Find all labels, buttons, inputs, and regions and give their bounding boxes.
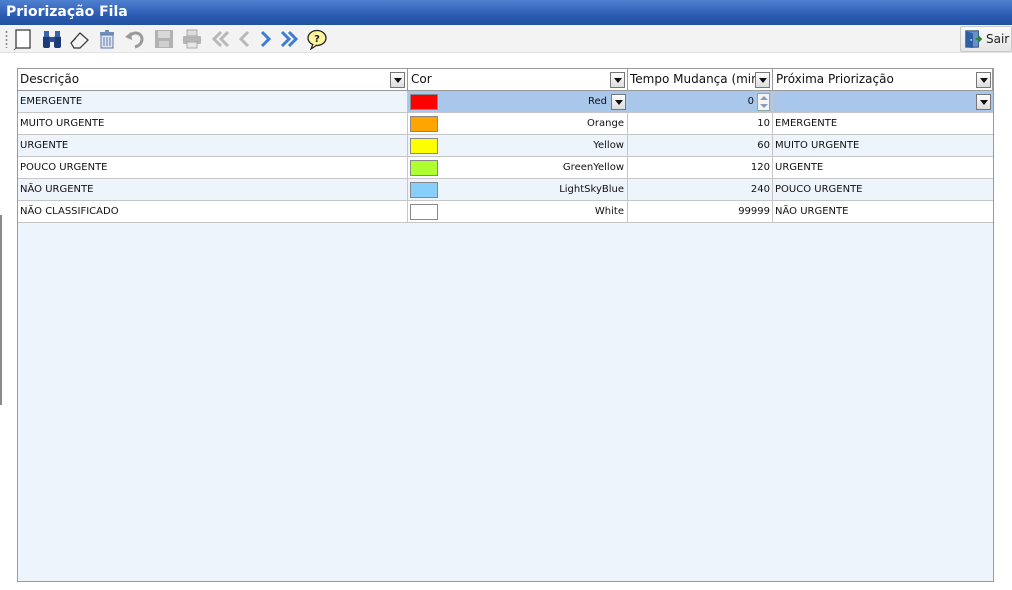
- tempo-spinner[interactable]: [757, 93, 770, 111]
- print-button[interactable]: [180, 27, 204, 51]
- color-swatch: [410, 116, 438, 132]
- cell-proxima[interactable]: URGENTE: [773, 157, 993, 179]
- proxima-dropdown[interactable]: [976, 94, 991, 110]
- toolbar-grip[interactable]: [5, 30, 8, 48]
- column-header-label: Tempo Mudança (minu: [630, 72, 767, 86]
- column-header-cor[interactable]: Cor: [408, 69, 628, 91]
- table-row[interactable]: POUCO URGENTE GreenYellow 120 URGENTE: [18, 157, 993, 179]
- toolbar: ? Sair: [0, 25, 1012, 53]
- cell-descricao[interactable]: POUCO URGENTE: [18, 157, 408, 179]
- table-row[interactable]: URGENTE Yellow 60 MUITO URGENTE: [18, 135, 993, 157]
- cell-tempo[interactable]: 10: [628, 113, 773, 135]
- eraser-icon: [70, 32, 89, 49]
- color-dropdown[interactable]: [611, 94, 626, 110]
- table-row[interactable]: NÃO URGENTE LightSkyBlue 240 POUCO URGEN…: [18, 179, 993, 201]
- color-name: Red: [588, 96, 607, 107]
- first-record-icon: [211, 30, 230, 48]
- cell-descricao[interactable]: NÃO URGENTE: [18, 179, 408, 201]
- spin-down-icon[interactable]: [760, 104, 768, 108]
- column-header-label: Próxima Priorização: [776, 72, 894, 86]
- cell-proxima[interactable]: NÃO URGENTE: [773, 201, 993, 223]
- previous-record-button[interactable]: [232, 27, 256, 51]
- column-header-descricao[interactable]: Descrição: [18, 69, 408, 91]
- window-left-edge: [0, 215, 2, 405]
- last-record-icon: [280, 30, 299, 48]
- cell-tempo[interactable]: 99999: [628, 201, 773, 223]
- column-filter-dropdown[interactable]: [390, 72, 405, 88]
- grid-header: Descrição Cor Tempo Mudança (minu Próxim…: [18, 69, 993, 91]
- exit-label: Sair: [986, 32, 1010, 46]
- exit-button[interactable]: Sair: [960, 26, 1012, 52]
- trash-icon: [100, 30, 114, 49]
- search-button[interactable]: [40, 27, 64, 51]
- cell-cor[interactable]: Yellow: [408, 135, 628, 157]
- column-header-label: Cor: [411, 72, 432, 86]
- cell-descricao[interactable]: MUITO URGENTE: [18, 113, 408, 135]
- clear-button[interactable]: [67, 27, 91, 51]
- exit-door-icon: [965, 30, 983, 49]
- next-record-icon: [260, 30, 272, 48]
- delete-button[interactable]: [95, 27, 119, 51]
- cell-proxima[interactable]: EMERGENTE: [773, 113, 993, 135]
- cell-proxima[interactable]: [773, 91, 993, 113]
- cell-tempo[interactable]: 60: [628, 135, 773, 157]
- cell-cor[interactable]: GreenYellow: [408, 157, 628, 179]
- cell-tempo[interactable]: 120: [628, 157, 773, 179]
- color-swatch: [410, 160, 438, 176]
- color-swatch: [410, 94, 438, 110]
- color-name: Yellow: [593, 140, 624, 151]
- column-header-tempo[interactable]: Tempo Mudança (minu: [628, 69, 773, 91]
- priority-grid: Descrição Cor Tempo Mudança (minu Próxim…: [17, 68, 994, 582]
- cell-proxima[interactable]: MUITO URGENTE: [773, 135, 993, 157]
- table-row[interactable]: EMERGENTE Red 0: [18, 91, 993, 113]
- column-filter-dropdown[interactable]: [976, 72, 991, 88]
- tempo-value: 0: [747, 96, 754, 107]
- column-filter-dropdown[interactable]: [755, 72, 770, 88]
- svg-text:?: ?: [314, 34, 320, 45]
- undo-icon: [125, 31, 144, 49]
- column-filter-dropdown[interactable]: [610, 72, 625, 88]
- color-swatch: [410, 204, 438, 220]
- next-record-button[interactable]: [254, 27, 278, 51]
- cell-descricao[interactable]: NÃO CLASSIFICADO: [18, 201, 408, 223]
- first-record-button[interactable]: [209, 27, 233, 51]
- last-record-button[interactable]: [277, 27, 301, 51]
- save-icon: [155, 30, 173, 48]
- window-title: Priorização Fila: [0, 0, 1012, 25]
- help-icon: ?: [307, 29, 327, 50]
- color-name: LightSkyBlue: [559, 184, 624, 195]
- cell-proxima[interactable]: POUCO URGENTE: [773, 179, 993, 201]
- cell-descricao[interactable]: URGENTE: [18, 135, 408, 157]
- undo-button[interactable]: [123, 27, 147, 51]
- cell-tempo[interactable]: 240: [628, 179, 773, 201]
- cell-cor[interactable]: Orange: [408, 113, 628, 135]
- previous-record-icon: [238, 30, 250, 48]
- cell-cor[interactable]: LightSkyBlue: [408, 179, 628, 201]
- column-header-proxima[interactable]: Próxima Priorização: [773, 69, 993, 91]
- color-name: White: [594, 206, 624, 217]
- table-row[interactable]: MUITO URGENTE Orange 10 EMERGENTE: [18, 113, 993, 135]
- table-row[interactable]: NÃO CLASSIFICADO White 99999 NÃO URGENTE: [18, 201, 993, 223]
- column-header-label: Descrição: [20, 72, 80, 86]
- cell-cor[interactable]: Red: [408, 91, 628, 113]
- cell-cor[interactable]: White: [408, 201, 628, 223]
- binoculars-icon: [43, 31, 61, 48]
- save-button[interactable]: [152, 27, 176, 51]
- color-swatch: [410, 182, 438, 198]
- new-button[interactable]: [11, 27, 35, 51]
- color-swatch: [410, 138, 438, 154]
- spin-up-icon[interactable]: [760, 96, 768, 100]
- print-icon: [183, 29, 201, 49]
- help-button[interactable]: ?: [305, 27, 329, 51]
- color-name: GreenYellow: [562, 162, 624, 173]
- new-document-icon: [13, 29, 31, 50]
- color-name: Orange: [587, 118, 624, 129]
- cell-tempo[interactable]: 0: [628, 91, 773, 113]
- cell-descricao[interactable]: EMERGENTE: [18, 91, 408, 113]
